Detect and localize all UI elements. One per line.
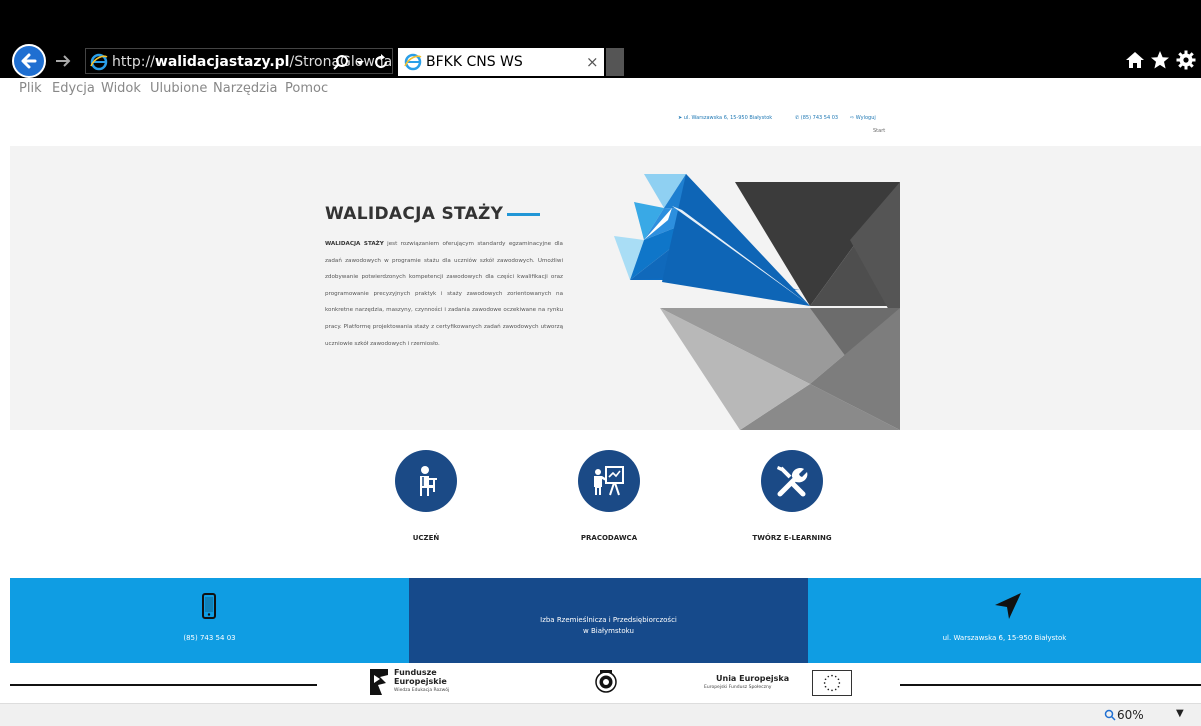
- triangle-graphic: [614, 174, 900, 430]
- ue-title: Unia Europejska: [716, 674, 790, 683]
- action-label: PRACODAWCA: [580, 534, 638, 542]
- gear-icon[interactable]: [1176, 50, 1196, 70]
- menu-narzedzia[interactable]: Narzędzia: [213, 81, 278, 96]
- crest-logo: [595, 670, 617, 693]
- browser-window: http://walidacjastazy.pl/StronaGlowna BF…: [0, 0, 1201, 726]
- tworz-e-learning-button[interactable]: TWÓRZ E-LEARNING: [747, 450, 837, 542]
- divider: [900, 684, 1201, 686]
- title-bar: [0, 0, 1201, 44]
- ue-subtitle: Europejski Fundusz Społeczny: [704, 685, 772, 690]
- status-bar: 60% ▼: [0, 703, 1201, 726]
- ie-icon: [404, 53, 422, 71]
- teacher-icon: [578, 450, 640, 512]
- web-page: ➤ ul. Warszawska 6, 15-950 Białystok ✆ (…: [10, 100, 1201, 703]
- menu-bar: Plik Edycja Widok Ulubione Narzędzia Pom…: [0, 78, 1201, 100]
- menu-ulubione[interactable]: Ulubione: [150, 81, 207, 96]
- refresh-icon[interactable]: [372, 53, 390, 71]
- new-tab-button[interactable]: [606, 48, 624, 76]
- home-icon[interactable]: [1125, 50, 1145, 70]
- hero-title-accent: [507, 213, 540, 216]
- divider: [10, 684, 317, 686]
- forward-button[interactable]: [54, 53, 72, 69]
- menu-pomoc[interactable]: Pomoc: [285, 81, 328, 96]
- top-address: ➤ ul. Warszawska 6, 15-950 Białystok: [678, 115, 773, 121]
- top-phone: ✆ (85) 743 54 03: [795, 115, 839, 121]
- contact-band: (85) 743 54 03 Izba Rzemieślnicza i Prze…: [10, 578, 1201, 663]
- address-bar[interactable]: http://walidacjastazy.pl/StronaGlowna: [85, 48, 393, 74]
- close-icon[interactable]: ×: [586, 53, 599, 71]
- menu-edycja[interactable]: Edycja: [52, 81, 95, 96]
- actions-section: UCZEŃ PRACODAWCA TWÓRZ E-LEARNING: [10, 430, 1201, 578]
- browser-toolbar: http://walidacjastazy.pl/StronaGlowna BF…: [0, 44, 1201, 78]
- tab-title: BFKK CNS WS: [426, 54, 523, 70]
- uczen-button[interactable]: UCZEŃ: [381, 450, 471, 542]
- tools-icon: [761, 450, 823, 512]
- fe-subtitle: Wiedza Edukacja Rozwój: [394, 688, 450, 693]
- chevron-down-icon[interactable]: ▼: [1176, 708, 1184, 719]
- hero-description: WALIDACJA STAŻY jest rozwiązaniem oferuj…: [325, 241, 563, 347]
- hero-title: WALIDACJA STAŻY: [325, 204, 504, 224]
- fundusze-europejskie-logo: [370, 669, 388, 695]
- start-link[interactable]: Start: [873, 128, 885, 134]
- action-label: UCZEŃ: [412, 534, 440, 542]
- logout-link[interactable]: ⇨ Wyloguj: [850, 115, 876, 121]
- contact-org-panel: Izba Rzemieślnicza i Przedsiębiorczości w…: [409, 578, 808, 663]
- eu-flag-logo: [812, 670, 852, 696]
- navigation-arrow-icon: [995, 593, 1021, 619]
- phone-icon: [202, 593, 216, 619]
- top-info-bar: ➤ ul. Warszawska 6, 15-950 Białystok ✆ (…: [10, 100, 1201, 146]
- pracodawca-button[interactable]: PRACODAWCA: [564, 450, 654, 542]
- menu-widok[interactable]: Widok: [101, 81, 141, 96]
- back-button[interactable]: [12, 44, 46, 78]
- contact-org-name: Izba Rzemieślnicza i Przedsiębiorczości w…: [540, 616, 677, 635]
- contact-phone: (85) 743 54 03: [183, 634, 236, 642]
- page-margin: [0, 100, 10, 703]
- search-icon[interactable]: [332, 53, 350, 71]
- ie-icon: [90, 53, 108, 71]
- fe-title-line1: Fundusze: [394, 668, 437, 677]
- back-arrow-icon: [21, 53, 37, 69]
- contact-phone-panel: (85) 743 54 03: [10, 578, 409, 663]
- action-label: TWÓRZ E-LEARNING: [752, 534, 832, 542]
- star-icon[interactable]: [1150, 50, 1170, 70]
- fe-title-line2: Europejskie: [394, 677, 447, 686]
- menu-plik[interactable]: Plik: [19, 81, 42, 96]
- logos-footer: Fundusze Europejskie Wiedza Edukacja Roz…: [10, 663, 1201, 703]
- tab-bfkk[interactable]: BFKK CNS WS ×: [398, 48, 604, 76]
- zoom-level[interactable]: 60%: [1117, 708, 1144, 722]
- contact-address-panel: ul. Warszawska 6, 15-950 Białystok: [808, 578, 1201, 663]
- url-text: http://walidacjastazy.pl/StronaGlowna: [112, 54, 393, 70]
- student-icon: [395, 450, 457, 512]
- hero-section: WALIDACJA STAŻY WALIDACJA STAŻY jest roz…: [10, 146, 1201, 430]
- zoom-icon[interactable]: [1104, 709, 1116, 721]
- chevron-down-icon[interactable]: [354, 53, 366, 71]
- contact-address: ul. Warszawska 6, 15-950 Białystok: [942, 634, 1067, 642]
